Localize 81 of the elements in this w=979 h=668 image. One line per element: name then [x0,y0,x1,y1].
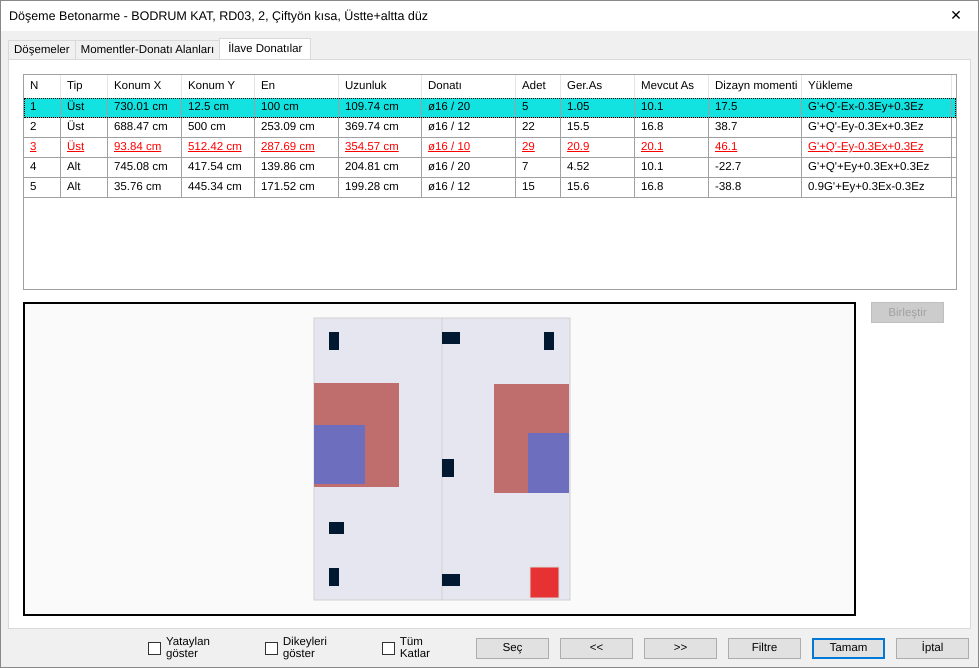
dialog-button[interactable]: >> [644,638,717,658]
table-cell: Üst [61,98,108,117]
table-cell: 35.76 cm [108,178,182,197]
table-cell: 20.9 [561,138,635,157]
table-cell: 17.5 [709,98,802,117]
table-cell: 10.1 [635,158,709,177]
table-cell: 253.09 cm [255,118,339,137]
table-cell: Üst [61,118,108,137]
table-cell: 100 cm [255,98,339,117]
table-cell: 688.47 cm [108,118,182,137]
checkbox[interactable] [148,642,161,654]
table-cell: 3 [24,138,61,157]
dialog-button[interactable]: Tamam [812,638,885,658]
table-cell: 139.86 cm [255,158,339,177]
table-cell: G'+Q'-Ex-0.3Ey+0.3Ez [802,98,952,117]
table-cell: 171.52 cm [255,178,339,197]
table-cell: 93.84 cm [108,138,182,157]
checkbox[interactable] [382,642,395,654]
table-cell: 109.74 cm [339,98,422,117]
dialog-button[interactable]: << [560,638,633,658]
dialog-button[interactable]: İptal [896,638,969,658]
table-cell: 369.74 cm [339,118,422,137]
table-cell: 417.54 cm [182,158,255,177]
table-cell: 445.34 cm [182,178,255,197]
table-cell: 5 [516,98,561,117]
table-cell: 15.6 [561,178,635,197]
table-cell: ø16 / 10 [422,138,516,157]
table-cell: 20.1 [635,138,709,157]
table-cell: 15.5 [561,118,635,137]
table-cell: -38.8 [709,178,802,197]
table-cell: 745.08 cm [108,158,182,177]
table-cell: 4.52 [561,158,635,177]
table-cell: ø16 / 20 [422,158,516,177]
dialog-button[interactable]: Seç [476,638,549,658]
table-row[interactable]: 2 Üst 688.47 cm 500 cm 253.09 cm 369.74 cm ø16 / 12 22 15.5 16.8 38.7 G'+Q'-Ey-0.3Ex+0.3Ez [24,118,956,138]
table-cell: 199.28 cm [339,178,422,197]
table-cell: 1.05 [561,98,635,117]
table-row[interactable]: 1 Üst 730.01 cm 12.5 cm 100 cm 109.74 cm ø16 / 20 5 1.05 10.1 17.5 G'+Q'-Ex-0.3Ey+0.3Ez [24,98,956,118]
table-cell: 512.42 cm [182,138,255,157]
table-cell: ø16 / 20 [422,98,516,117]
table-cell: 12.5 cm [182,98,255,117]
table-cell: 16.8 [635,118,709,137]
checkbox-label[interactable]: Dikeyleri göster [282,636,362,660]
checkbox-label[interactable]: Tüm Katlar [400,636,456,660]
table-cell: 22 [516,118,561,137]
table-cell: ø16 / 12 [422,178,516,197]
checkbox-label[interactable]: Yataylan göster [166,636,245,660]
table-cell: 29 [516,138,561,157]
window-title: Döşeme Betonarme - BODRUM KAT, RD03, 2, Çiftyön kısa, Üstte+altta düz [9,9,428,23]
table-row[interactable]: 5 Alt 35.76 cm 445.34 cm 171.52 cm 199.28 cm ø16 / 12 15 15.6 16.8 -38.8 0.9G'+Ey+0.3Ex-0.3Ez [24,178,956,198]
table-cell: G'+Q'+Ey+0.3Ex+0.3Ez [802,158,952,177]
table-cell: Alt [61,178,108,197]
tab[interactable]: Döşemeler [8,40,76,59]
table-cell: 287.69 cm [255,138,339,157]
table-cell: 500 cm [182,118,255,137]
table-cell: 730.01 cm [108,98,182,117]
table-cell: 5 [24,178,61,197]
table-cell: -22.7 [709,158,802,177]
dialog-button[interactable]: Filtre [728,638,801,658]
table-cell: 38.7 [709,118,802,137]
table-cell: 46.1 [709,138,802,157]
table-cell: 2 [24,118,61,137]
table-row[interactable]: 4 Alt 745.08 cm 417.54 cm 139.86 cm 204.81 cm ø16 / 20 7 4.52 10.1 -22.7 G'+Q'+Ey+0.3Ex+0.3Ez [24,158,956,178]
table-cell: 10.1 [635,98,709,117]
table-cell: Alt [61,158,108,177]
table-cell: 15 [516,178,561,197]
table-cell: 7 [516,158,561,177]
tab[interactable]: İlave Donatılar [219,38,312,59]
table-cell: Üst [61,138,108,157]
table-cell: 204.81 cm [339,158,422,177]
checkbox[interactable] [264,642,278,654]
table-cell: 16.8 [635,178,709,197]
table-cell: 354.57 cm [339,138,422,157]
table-cell: 4 [24,158,61,177]
table-cell: ø16 / 12 [422,118,516,137]
close-button[interactable]: ✕ [934,1,978,31]
table-row[interactable]: 3 Üst 93.84 cm 512.42 cm 287.69 cm 354.57 cm ø16 / 10 29 20.9 20.1 46.1 G'+Q'-Ey-0.3Ex+0.3Ez [24,138,956,158]
table-cell: G'+Q'-Ey-0.3Ex+0.3Ez [802,118,952,137]
table-cell: 0.9G'+Ey+0.3Ex-0.3Ez [802,178,952,197]
table-cell: 1 [24,98,61,117]
table-cell: G'+Q'-Ey-0.3Ex+0.3Ez [802,138,952,157]
